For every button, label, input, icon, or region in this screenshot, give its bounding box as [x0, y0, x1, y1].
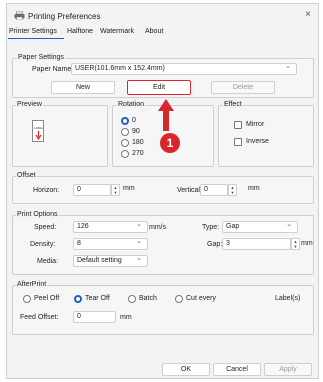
batch-radio[interactable]: [128, 295, 136, 303]
offset-label: Offset: [16, 172, 37, 179]
mirror-checkbox[interactable]: [234, 121, 242, 129]
rotation-option-180: 180: [132, 139, 144, 146]
gap-spinner[interactable]: ▲ ▼: [291, 238, 300, 250]
labels-text: Label(s): [275, 295, 301, 302]
afterprint-group: [12, 285, 314, 335]
rotation-label: Rotation: [117, 101, 146, 108]
cut-every-radio[interactable]: [175, 295, 183, 303]
speed-dropdown[interactable]: 126: [73, 221, 148, 233]
vertical-input[interactable]: 0: [200, 184, 228, 196]
effect-label: Effect: [223, 101, 243, 108]
new-button[interactable]: New: [51, 81, 115, 94]
preview-group: [12, 105, 108, 167]
effect-group: [218, 105, 314, 167]
speed-label: Speed:: [34, 224, 57, 231]
active-tab-underline: [8, 38, 64, 39]
label-preview-image: LABEL: [32, 120, 44, 142]
title-bar: Printing Preferences ×: [7, 4, 318, 26]
inverse-checkbox[interactable]: [234, 138, 242, 146]
ok-button[interactable]: OK: [162, 363, 210, 376]
cut-every-label: Cut every: [186, 295, 216, 302]
tear-off-radio[interactable]: [74, 295, 82, 303]
rotation-radio-0[interactable]: [121, 117, 129, 125]
delete-button: Delete: [211, 81, 275, 94]
gap-input[interactable]: 3: [222, 238, 291, 250]
media-dropdown[interactable]: Default setting: [73, 255, 148, 267]
feed-offset-label: Feed Offset:: [20, 314, 59, 321]
printing-preferences-window: Printing Preferences × Printer Settings …: [6, 3, 319, 379]
afterprint-label: AfterPrint: [16, 281, 48, 288]
inverse-label: Inverse: [246, 138, 269, 145]
type-label: Type:: [202, 224, 220, 231]
preview-label: Preview: [16, 101, 43, 108]
step-number-badge: 1: [160, 133, 180, 153]
feed-offset-input[interactable]: 0: [73, 311, 116, 323]
printer-icon: [14, 10, 25, 21]
paper-name-dropdown[interactable]: USER(101.6mm x 152.4mm): [71, 63, 297, 75]
rotation-option-270: 270: [132, 150, 144, 157]
rotation-option-0: 0: [132, 117, 136, 124]
feed-direction-arrow-icon: [35, 131, 42, 142]
tab-bar: Printer Settings Halftone Watermark Abou…: [7, 28, 318, 42]
rotation-radio-90[interactable]: [121, 128, 129, 136]
up-arrow-icon: [157, 98, 175, 134]
step-number: 1: [166, 136, 174, 150]
batch-label: Batch: [139, 295, 157, 302]
horizon-spinner[interactable]: ▲ ▼: [111, 184, 120, 196]
window-title: Printing Preferences: [28, 12, 101, 21]
feed-offset-unit: mm: [120, 314, 132, 321]
vertical-spinner[interactable]: ▲ ▼: [228, 184, 237, 196]
tab-halftone[interactable]: Halftone: [67, 28, 93, 35]
horizon-input[interactable]: 0: [73, 184, 111, 196]
rotation-radio-180[interactable]: [121, 139, 129, 147]
media-label: Media:: [37, 258, 59, 265]
tab-watermark[interactable]: Watermark: [100, 28, 134, 35]
mirror-label: Mirror: [246, 121, 265, 128]
edit-button[interactable]: Edit: [127, 80, 191, 95]
type-dropdown[interactable]: Gap: [222, 221, 298, 233]
rotation-option-90: 90: [132, 128, 140, 135]
horizon-unit: mm: [123, 185, 135, 192]
tab-printer-settings[interactable]: Printer Settings: [9, 28, 57, 35]
gap-label: Gap:: [207, 241, 223, 248]
density-dropdown[interactable]: 8: [73, 238, 148, 250]
paper-settings-label: Paper Settings: [17, 54, 65, 61]
tear-off-label: Tear Off: [85, 295, 110, 302]
close-icon[interactable]: ×: [305, 9, 311, 20]
print-options-label: Print Options: [16, 211, 59, 218]
peel-off-label: Peel Off: [34, 295, 60, 302]
peel-off-radio[interactable]: [23, 295, 31, 303]
vertical-label: Vertical:: [177, 187, 202, 194]
horizon-label: Horizon:: [33, 187, 60, 194]
vertical-unit: mm: [248, 185, 260, 192]
density-label: Density:: [30, 241, 56, 248]
gap-unit: mm: [301, 240, 313, 247]
apply-button: Apply: [264, 363, 312, 376]
paper-name-label: Paper Name: [32, 66, 72, 73]
cancel-button[interactable]: Cancel: [213, 363, 261, 376]
tab-about[interactable]: About: [145, 28, 163, 35]
speed-unit: mm/s: [149, 224, 167, 231]
rotation-radio-270[interactable]: [121, 150, 129, 158]
